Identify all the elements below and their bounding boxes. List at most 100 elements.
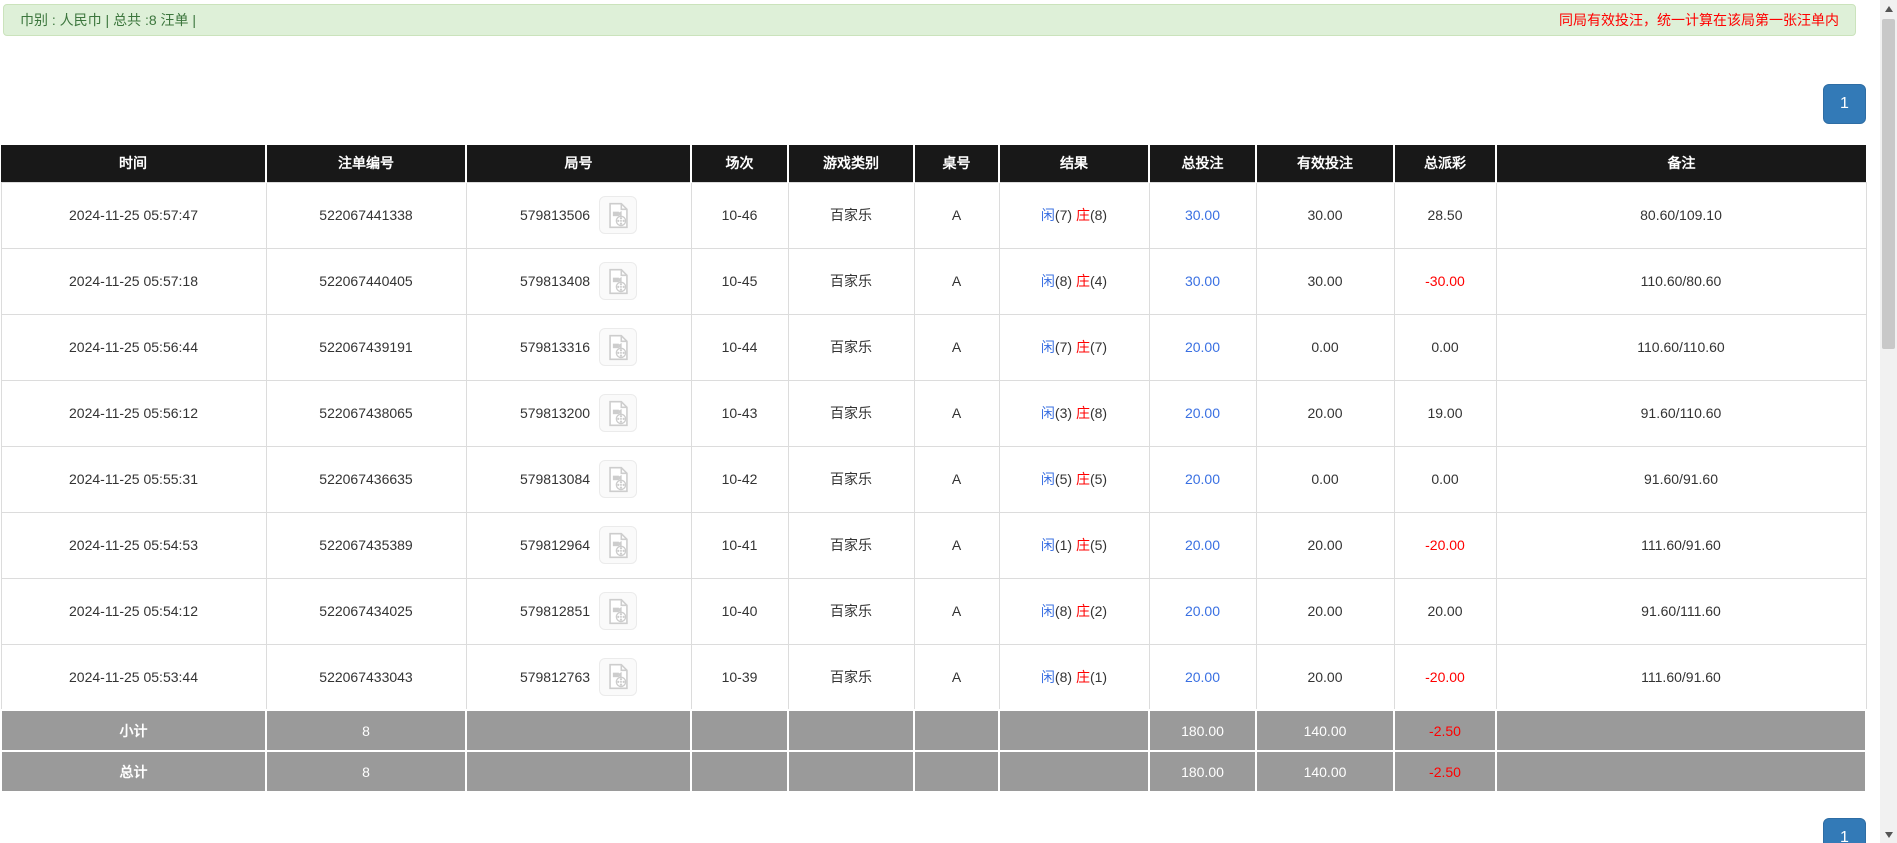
time-cell: 2024-11-25 05:54:12 [0,577,267,645]
round-id-cell: 579812964 [465,511,692,579]
game-type-cell: 百家乐 [787,379,915,447]
scroll-down-button[interactable] [1880,826,1897,843]
payout-cell: -20.00 [1393,643,1497,711]
player-value: (7) [1054,339,1073,355]
result-cell: 闲(8) 庄(4) [998,247,1150,315]
total-bet-cell: 20.00 [1148,313,1257,381]
table-row: 2024-11-25 05:56:12 522067438065 5798132… [0,379,1867,447]
col-header-remark: 备注 [1496,145,1866,182]
round-id-cell: 579812851 [465,577,692,645]
round-id-value: 579813506 [519,207,591,223]
time-cell: 2024-11-25 05:57:47 [0,181,267,249]
table-row: 2024-11-25 05:54:12 522067434025 5798128… [0,577,1867,645]
scrollbar-thumb[interactable] [1882,19,1895,349]
table-no-cell: A [913,247,1000,315]
banker-label: 庄 [1075,207,1090,223]
bet-id-cell: 522067441338 [265,181,467,249]
bet-id-cell: 522067436635 [265,445,467,513]
video-file-icon [608,202,628,228]
banker-label: 庄 [1075,471,1090,487]
col-header-total-bet: 总投注 [1149,145,1257,182]
video-replay-button[interactable] [599,328,638,366]
total-bet-link[interactable]: 30.00 [1185,207,1220,223]
table-row: 2024-11-25 05:57:47 522067441338 5798135… [0,181,1867,249]
total-bet-link[interactable]: 20.00 [1185,405,1220,421]
subtotal-count: 8 [265,709,467,752]
total-bet-link[interactable]: 20.00 [1185,471,1220,487]
grand-total-valid-bet: 140.00 [1255,750,1395,793]
table-no-cell: A [913,313,1000,381]
video-replay-button[interactable] [599,394,638,432]
banker-value: (5) [1089,537,1108,553]
total-bet-link[interactable]: 30.00 [1185,273,1220,289]
total-bet-link[interactable]: 20.00 [1185,603,1220,619]
subtotal-total-bet: 180.00 [1148,709,1257,752]
result-cell: 闲(3) 庄(8) [998,379,1150,447]
video-replay-button[interactable] [599,657,638,696]
remark-cell: 110.60/80.60 [1495,247,1867,315]
banker-value: (1) [1089,668,1108,685]
round-id-cell: 579812763 [465,643,692,711]
round-id-value: 579813084 [519,471,591,487]
grand-total-count: 8 [265,750,467,793]
total-bet-link[interactable]: 20.00 [1185,669,1220,685]
valid-bet-cell: 0.00 [1255,445,1395,513]
round-id-value: 579812851 [519,603,591,619]
grand-total-label: 总计 [0,750,267,793]
same-round-note: 同局有效投汪，统一计算在该局第一张汪单内 [1559,12,1839,28]
game-type-cell: 百家乐 [787,313,915,381]
banker-label: 庄 [1075,603,1090,619]
player-value: (8) [1054,273,1073,289]
round-id-value: 579812763 [519,668,591,685]
round-id-value: 579813408 [519,273,591,289]
banker-value: (5) [1089,471,1108,487]
result-cell: 闲(7) 庄(7) [998,313,1150,381]
video-replay-button[interactable] [599,196,638,234]
banker-value: (4) [1089,273,1108,289]
chevron-up-icon [1884,5,1893,12]
vertical-scrollbar[interactable] [1880,0,1897,843]
currency-total-text: 巾别 : 人民巾 | 总共 :8 汪单 | [20,12,197,28]
summary-alert-bar: 巾别 : 人民巾 | 总共 :8 汪单 | 同局有效投汪，统一计算在该局第一张汪… [3,4,1856,36]
player-label: 闲 [1040,207,1055,223]
video-replay-button[interactable] [599,460,638,498]
total-bet-link[interactable]: 20.00 [1185,537,1220,553]
bet-id-cell: 522067434025 [265,577,467,645]
scroll-up-button[interactable] [1880,0,1897,17]
remark-cell: 111.60/91.60 [1495,511,1867,579]
player-value: (5) [1054,471,1073,487]
payout-cell: 19.00 [1393,379,1497,447]
result-cell: 闲(8) 庄(2) [998,577,1150,645]
remark-cell: 91.60/111.60 [1495,577,1867,645]
player-label: 闲 [1040,603,1055,619]
game-type-cell: 百家乐 [787,643,915,711]
banker-value: (8) [1089,405,1108,421]
video-file-icon [608,598,628,624]
bet-records-table: 时间 注单编号 局号 场次 游戏类别 桌号 结果 总投注 有效投注 总派彩 备注… [0,145,1867,793]
total-bet-link[interactable]: 20.00 [1185,339,1220,355]
table-row: 2024-11-25 05:53:44 522067433043 5798127… [0,643,1867,711]
pagination-page-1-top[interactable]: 1 [1823,84,1866,124]
player-value: (3) [1054,405,1073,421]
player-label: 闲 [1040,339,1055,355]
total-bet-cell: 20.00 [1148,445,1257,513]
valid-bet-cell: 30.00 [1255,181,1395,249]
table-body: 2024-11-25 05:57:47 522067441338 5798135… [0,181,1867,711]
pagination-page-1-bottom[interactable]: 1 [1823,818,1866,843]
banker-label: 庄 [1075,537,1090,553]
game-type-cell: 百家乐 [787,247,915,315]
video-replay-button[interactable] [599,526,638,564]
video-replay-button[interactable] [599,262,638,300]
total-bet-cell: 30.00 [1148,247,1257,315]
col-header-round-id: 局号 [466,145,692,182]
remark-cell: 80.60/109.10 [1495,181,1867,249]
time-cell: 2024-11-25 05:55:31 [0,445,267,513]
table-row: 2024-11-25 05:55:31 522067436635 5798130… [0,445,1867,513]
session-cell: 10-41 [690,511,789,579]
video-replay-button[interactable] [599,592,638,630]
subtotal-label: 小计 [0,709,267,752]
payout-cell: 0.00 [1393,445,1497,513]
table-row: 2024-11-25 05:57:18 522067440405 5798134… [0,247,1867,315]
table-row: 2024-11-25 05:56:44 522067439191 5798133… [0,313,1867,381]
remark-cell: 91.60/91.60 [1495,445,1867,513]
